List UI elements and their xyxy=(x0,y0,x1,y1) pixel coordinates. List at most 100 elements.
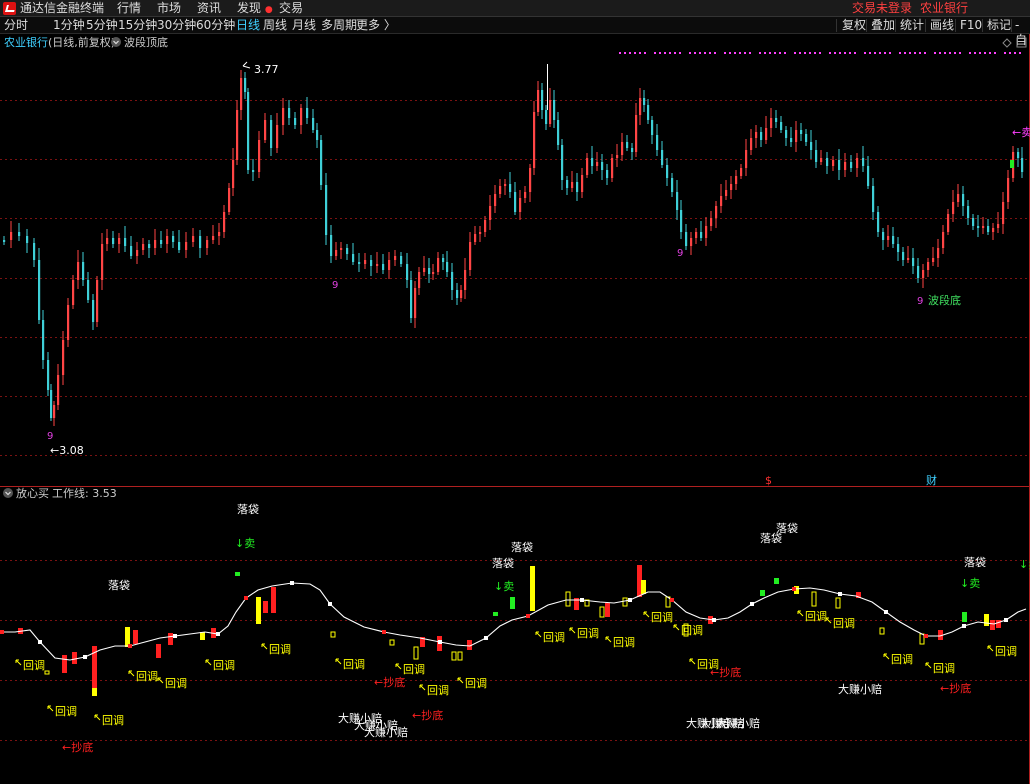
candle-body[interactable] xyxy=(745,150,748,168)
window-icon[interactable] xyxy=(1016,37,1027,48)
candle-body[interactable] xyxy=(1021,158,1024,172)
candle-body[interactable] xyxy=(47,360,50,390)
period-tab-timeshare[interactable]: 分时 xyxy=(4,17,28,34)
candle-body[interactable] xyxy=(992,228,995,232)
candle-body[interactable] xyxy=(635,115,638,152)
candle-body[interactable] xyxy=(735,176,738,184)
candle-body[interactable] xyxy=(509,184,512,192)
candle-body[interactable] xyxy=(671,178,674,192)
candle-body[interactable] xyxy=(358,262,361,264)
candle-body[interactable] xyxy=(639,98,642,115)
candle-body[interactable] xyxy=(770,118,773,128)
candle-body[interactable] xyxy=(760,132,763,140)
candle-body[interactable] xyxy=(977,226,980,228)
candle-body[interactable] xyxy=(810,142,813,150)
candle-body[interactable] xyxy=(856,158,859,168)
candle-body[interactable] xyxy=(887,236,890,240)
period-tab-60min[interactable]: 60分钟 xyxy=(196,17,235,34)
candle-body[interactable] xyxy=(101,244,104,280)
candle-body[interactable] xyxy=(952,202,955,214)
candle-body[interactable] xyxy=(499,186,502,194)
candle-body[interactable] xyxy=(611,158,614,178)
candle-body[interactable] xyxy=(877,212,880,232)
candle-body[interactable] xyxy=(494,194,497,206)
candle-body[interactable] xyxy=(987,226,990,232)
candle-body[interactable] xyxy=(282,108,285,125)
candle-body[interactable] xyxy=(240,78,243,110)
candle-body[interactable] xyxy=(3,240,6,242)
candle-body[interactable] xyxy=(340,248,343,250)
candle-body[interactable] xyxy=(947,214,950,232)
candle-body[interactable] xyxy=(616,155,619,158)
candle-body[interactable] xyxy=(553,100,556,120)
candle-body[interactable] xyxy=(364,260,367,264)
candle-body[interactable] xyxy=(533,112,536,168)
period-tab-weekly[interactable]: 周线 xyxy=(263,17,287,34)
candle-body[interactable] xyxy=(700,232,703,238)
candle-body[interactable] xyxy=(244,78,247,92)
candle-body[interactable] xyxy=(106,238,109,244)
f10-button[interactable]: F10 xyxy=(957,18,985,33)
candle-body[interactable] xyxy=(306,108,309,118)
candle-body[interactable] xyxy=(537,90,540,112)
candle-body[interactable] xyxy=(247,92,250,170)
candle-body[interactable] xyxy=(10,232,13,240)
candle-body[interactable] xyxy=(541,90,544,110)
candle-body[interactable] xyxy=(519,198,522,212)
candle-body[interactable] xyxy=(720,196,723,206)
candle-body[interactable] xyxy=(212,236,215,240)
candle-body[interactable] xyxy=(850,162,853,168)
candle-body[interactable] xyxy=(489,206,492,220)
candle-body[interactable] xyxy=(549,100,552,124)
candle-body[interactable] xyxy=(545,110,548,124)
candle-body[interactable] xyxy=(160,240,163,244)
candle-body[interactable] xyxy=(400,256,403,264)
candle-body[interactable] xyxy=(418,272,421,288)
candle-body[interactable] xyxy=(805,134,808,142)
chart-area[interactable]: 农业银行 (日线,前复权) 波段顶底 3.77 ←3.08 9 9 9 9 波段… xyxy=(0,34,1030,784)
candle-body[interactable] xyxy=(312,118,315,130)
candle-body[interactable] xyxy=(206,240,209,248)
candle-body[interactable] xyxy=(922,270,925,278)
candle-body[interactable] xyxy=(897,244,900,252)
candle-body[interactable] xyxy=(647,105,650,120)
candle-body[interactable] xyxy=(912,258,915,266)
candle-body[interactable] xyxy=(902,252,905,260)
candle-body[interactable] xyxy=(288,108,291,118)
candle-body[interactable] xyxy=(730,184,733,190)
candle-body[interactable] xyxy=(680,210,683,232)
candle-body[interactable] xyxy=(581,175,584,192)
event-marker-finance[interactable]: 财 xyxy=(926,473,937,487)
candle-body[interactable] xyxy=(82,262,85,280)
candle-body[interactable] xyxy=(917,266,920,278)
candle-body[interactable] xyxy=(690,238,693,246)
candle-body[interactable] xyxy=(316,130,319,140)
candle-body[interactable] xyxy=(33,243,36,260)
period-tab-daily[interactable]: 日线 xyxy=(236,17,260,34)
candle-body[interactable] xyxy=(57,375,60,405)
candle-body[interactable] xyxy=(790,138,793,142)
candle-body[interactable] xyxy=(264,120,267,140)
candle-body[interactable] xyxy=(442,258,445,262)
candle-body[interactable] xyxy=(270,120,273,148)
candle-body[interactable] xyxy=(957,194,960,202)
candle-body[interactable] xyxy=(484,220,487,232)
candle-body[interactable] xyxy=(631,148,634,152)
candle-body[interactable] xyxy=(643,98,646,105)
candle-body[interactable] xyxy=(529,168,532,192)
period-tab-1min[interactable]: 1分钟 xyxy=(53,17,85,34)
candle-body[interactable] xyxy=(962,194,965,206)
candle-body[interactable] xyxy=(661,150,664,165)
candle-body[interactable] xyxy=(62,340,65,375)
candle-body[interactable] xyxy=(967,206,970,218)
candle-body[interactable] xyxy=(820,158,823,162)
candle-body[interactable] xyxy=(437,258,440,272)
sub-indicator-dropdown-icon[interactable] xyxy=(3,488,13,498)
candle-body[interactable] xyxy=(755,132,758,138)
candle-body[interactable] xyxy=(154,240,157,248)
candle-body[interactable] xyxy=(469,242,472,270)
candle-body[interactable] xyxy=(514,192,517,212)
candle-body[interactable] xyxy=(370,260,373,266)
candle-body[interactable] xyxy=(77,262,80,280)
candle-body[interactable] xyxy=(838,160,841,170)
